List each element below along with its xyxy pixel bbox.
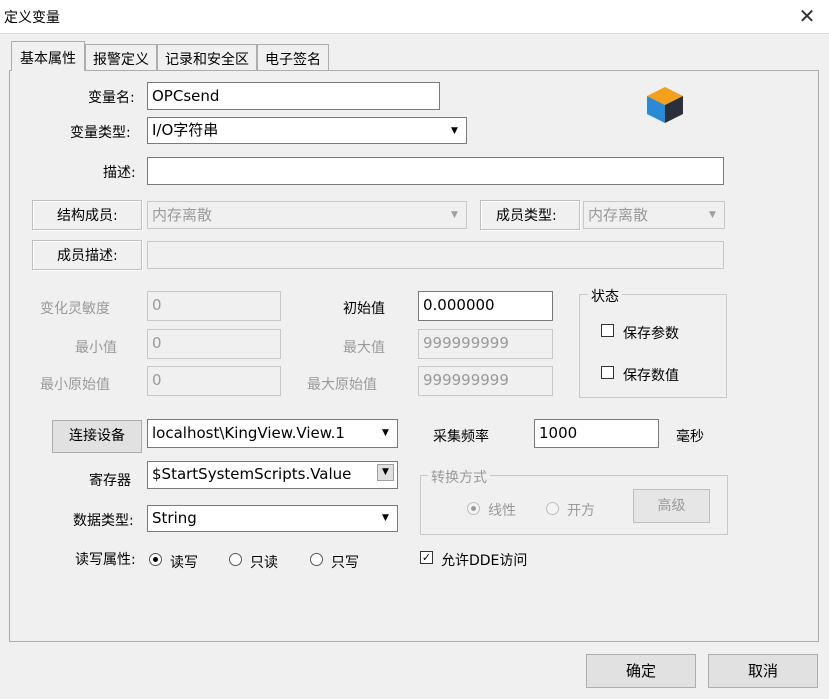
chevron-down-icon[interactable]: ▼ <box>446 121 463 141</box>
register-label: 寄存器 <box>89 473 131 489</box>
linear-label: 线性 <box>488 503 516 519</box>
chevron-down-icon[interactable]: ▼ <box>377 508 394 528</box>
save-params-checkbox[interactable] <box>601 324 614 337</box>
tab-basic-properties[interactable]: 基本属性 <box>11 41 85 71</box>
register-input[interactable]: $StartSystemScripts.Value ▼ <box>147 461 398 489</box>
dde-checkbox[interactable]: ✓ <box>420 551 433 564</box>
member-type-select: 内存离散 ▼ <box>583 201 725 229</box>
var-name-label: 变量名: <box>88 90 135 106</box>
description-label: 描述: <box>103 165 136 181</box>
connect-device-button[interactable]: 连接设备 <box>52 420 142 453</box>
ok-button[interactable]: 确定 <box>586 654 696 688</box>
max-raw-label: 最大原始值 <box>307 377 377 393</box>
status-group-title: 状态 <box>588 286 622 306</box>
min-raw-label: 最小原始值 <box>40 377 110 393</box>
min-value-input: 0 <box>147 329 281 359</box>
advanced-button: 高级 <box>633 489 710 523</box>
device-value: localhost\KingView.View.1 <box>152 424 345 442</box>
tab-e-signature[interactable]: 电子签名 <box>257 44 329 70</box>
min-raw-input: 0 <box>147 366 281 396</box>
device-select[interactable]: localhost\KingView.View.1 ▼ <box>147 419 398 448</box>
data-type-label: 数据类型: <box>73 513 134 529</box>
title-bar <box>0 0 829 33</box>
var-type-select[interactable]: I/O字符串 ▼ <box>147 117 467 144</box>
close-icon[interactable]: ✕ <box>794 4 820 28</box>
sample-rate-unit: 毫秒 <box>676 429 704 445</box>
data-type-select[interactable]: String ▼ <box>147 505 398 532</box>
rw-radio-readwrite[interactable] <box>149 553 162 566</box>
cancel-button[interactable]: 取消 <box>708 654 818 688</box>
var-type-value: I/O字符串 <box>152 121 219 139</box>
rw-radio-readonly[interactable] <box>229 553 242 566</box>
max-raw-input: 999999999 <box>418 366 553 396</box>
struct-member-select: 内存离散 ▼ <box>147 201 467 229</box>
tab-record-security[interactable]: 记录和安全区 <box>157 44 257 70</box>
member-desc-label: 成员描述: <box>57 248 118 264</box>
window-title: 定义变量 <box>4 10 60 26</box>
conversion-group-title: 转换方式 <box>428 467 490 487</box>
min-value-label: 最小值 <box>75 340 117 356</box>
rw-option-readonly[interactable]: 只读 <box>250 552 278 572</box>
var-type-label: 变量类型: <box>70 125 131 141</box>
sqrt-label: 开方 <box>567 503 595 519</box>
description-input[interactable] <box>147 157 724 185</box>
chevron-down-icon[interactable]: ▼ <box>377 464 394 481</box>
rw-option-readwrite[interactable]: 读写 <box>170 552 198 572</box>
chevron-down-icon: ▼ <box>446 205 463 225</box>
tab-alarm-definition[interactable]: 报警定义 <box>85 44 157 70</box>
member-type-label: 成员类型: <box>496 208 557 224</box>
sample-rate-input[interactable]: 1000 <box>534 419 659 448</box>
max-value-input: 999999999 <box>418 329 553 359</box>
sample-rate-label: 采集频率 <box>433 429 489 445</box>
sensitivity-label: 变化灵敏度 <box>40 301 110 317</box>
register-value: $StartSystemScripts.Value <box>152 465 352 483</box>
dde-label[interactable]: 允许DDE访问 <box>441 550 527 570</box>
member-desc-input <box>147 241 724 269</box>
rw-label: 读写属性: <box>75 552 136 568</box>
rw-radio-writeonly[interactable] <box>310 553 323 566</box>
rw-option-writeonly[interactable]: 只写 <box>331 552 359 572</box>
chevron-down-icon[interactable]: ▼ <box>377 423 394 443</box>
save-value-label[interactable]: 保存数值 <box>623 365 679 385</box>
initial-value-input[interactable]: 0.000000 <box>418 291 553 321</box>
save-value-checkbox[interactable] <box>601 366 614 379</box>
cube-icon <box>647 87 683 123</box>
initial-value-label: 初始值 <box>343 301 385 317</box>
max-value-label: 最大值 <box>343 340 385 356</box>
member-type-value: 内存离散 <box>588 206 649 224</box>
struct-member-label: 结构成员: <box>57 208 118 224</box>
var-name-input[interactable]: OPCsend <box>147 82 440 110</box>
struct-member-value: 内存离散 <box>152 206 213 224</box>
chevron-down-icon: ▼ <box>704 205 721 225</box>
save-params-label[interactable]: 保存参数 <box>623 323 679 343</box>
sensitivity-input: 0 <box>147 291 281 321</box>
sqrt-radio <box>546 502 559 515</box>
linear-radio <box>467 502 480 515</box>
data-type-value: String <box>152 509 197 527</box>
